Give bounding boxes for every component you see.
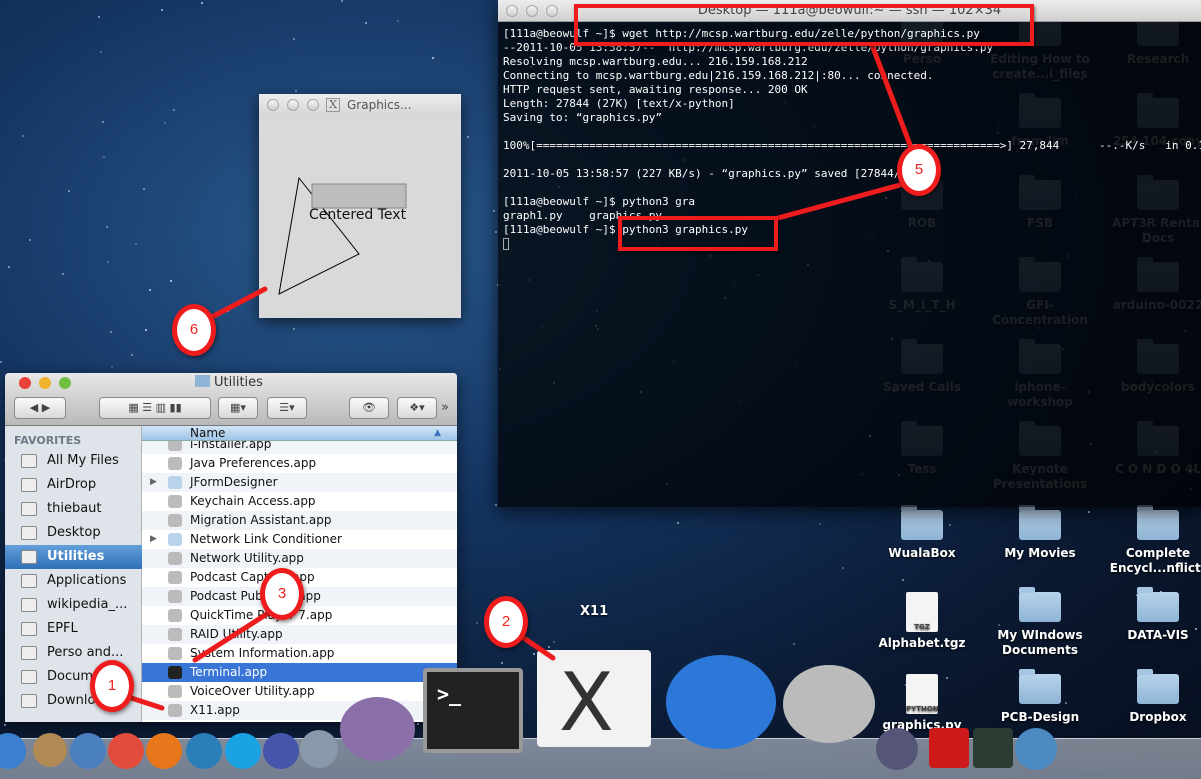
annotation-3: 3	[260, 568, 304, 620]
pointer-6	[207, 286, 268, 321]
annotation-6: 6	[172, 304, 216, 356]
pointer-5-bottom	[775, 182, 903, 221]
annotation-1: 1	[90, 660, 134, 712]
annotation-box-wget	[574, 4, 1034, 46]
annotation-box-python3	[618, 216, 778, 251]
annotation-pointers	[119, 42, 915, 711]
annotation-5: 5	[897, 144, 941, 196]
pointer-5-top	[869, 42, 915, 153]
pointer-3	[192, 609, 273, 663]
annotation-2: 2	[484, 596, 528, 648]
